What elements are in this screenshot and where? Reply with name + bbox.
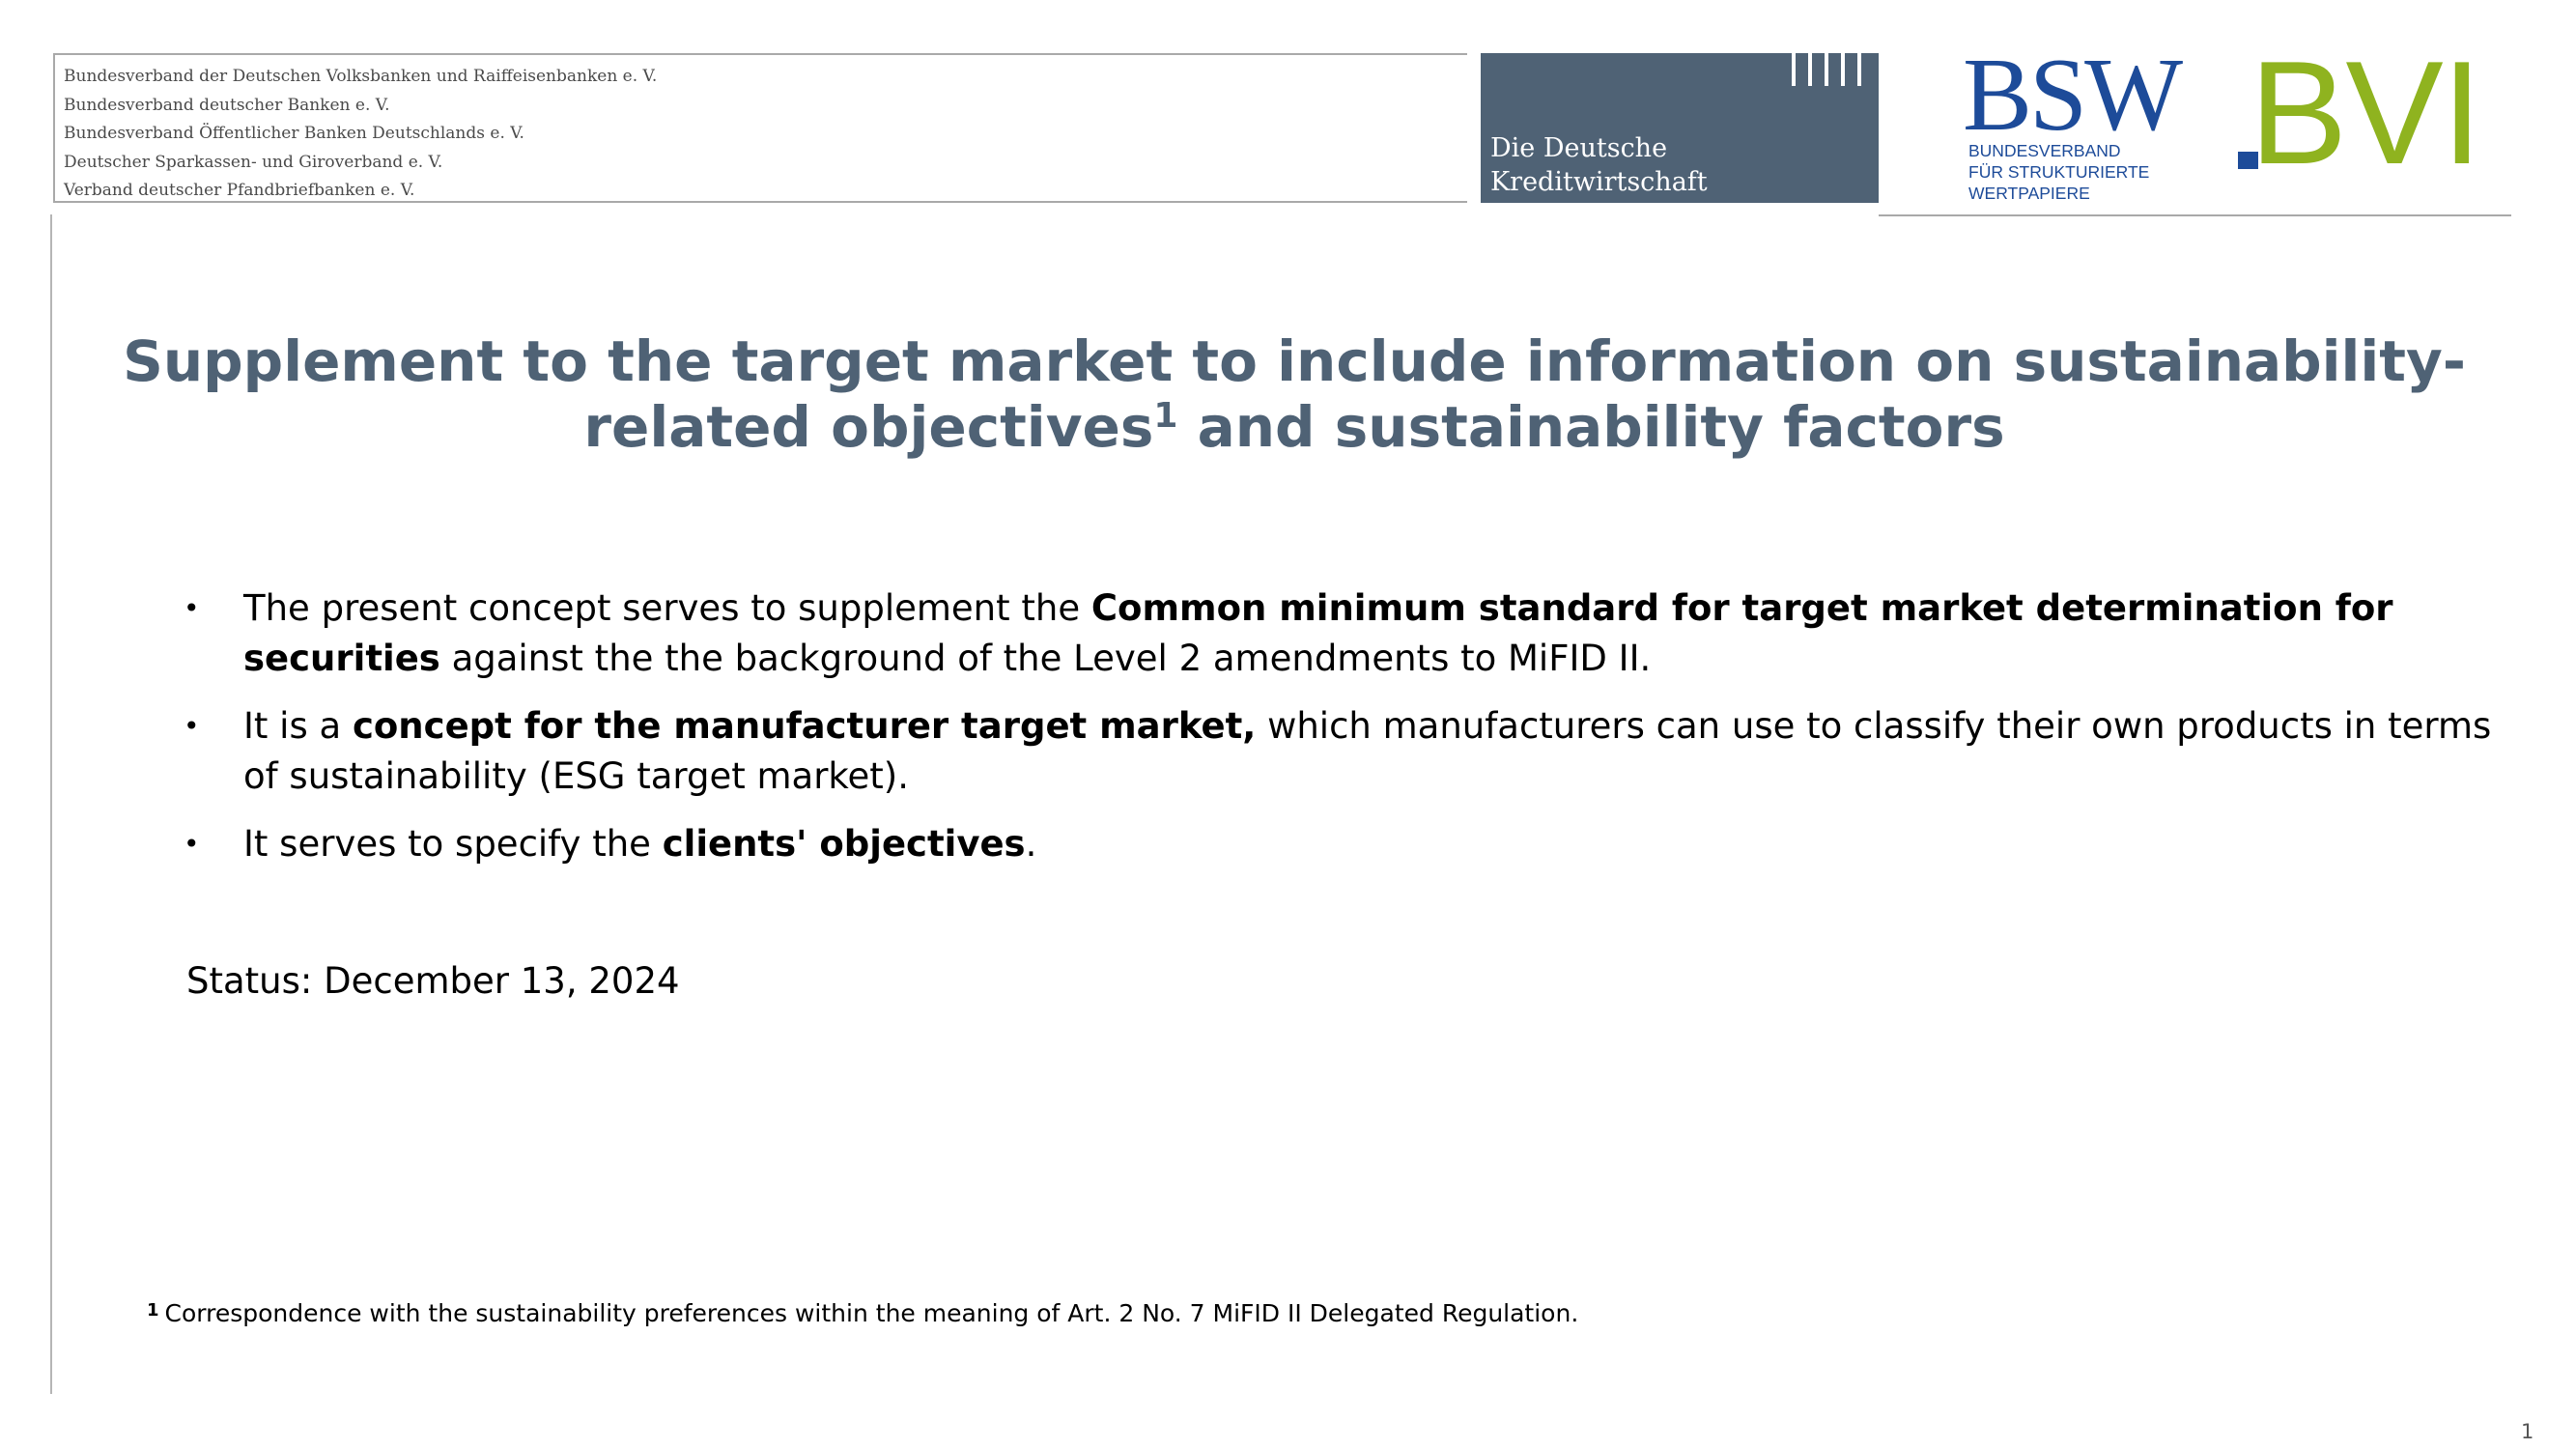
left-vertical-divider	[50, 214, 52, 1394]
bullet-list: • The present concept serves to supplemen…	[184, 583, 2502, 887]
ddk-bar	[1808, 53, 1812, 86]
bullet-text: against the the background of the Level …	[439, 638, 1652, 679]
association-item: Bundesverband der Deutschen Volksbanken …	[64, 67, 658, 86]
footnote: 1 Correspondence with the sustainability …	[147, 1294, 1578, 1330]
association-item: Bundesverband deutscher Banken e. V.	[64, 95, 390, 115]
ddk-bar	[1841, 53, 1845, 86]
bvi-wordmark: BVI	[2250, 31, 2482, 195]
ddk-bar	[1857, 53, 1861, 86]
bsw-logo: BSW BUNDESVERBAND FÜR STRUKTURIERTE WERT…	[1963, 43, 2198, 208]
status-date: Status: December 13, 2024	[186, 960, 680, 1002]
bsw-subtitle-line2: FÜR STRUKTURIERTE	[1968, 162, 2150, 182]
bullet-text: It is a	[243, 705, 353, 747]
bullet-text: It serves to specify the	[243, 823, 663, 865]
bullet-icon: •	[184, 710, 200, 742]
bsw-subtitle: BUNDESVERBAND FÜR STRUKTURIERTE WERTPAPI…	[1968, 140, 2149, 204]
ddk-logo-bars	[1792, 53, 1861, 86]
bsw-subtitle-line3: WERTPAPIERE	[1968, 184, 2090, 203]
ddk-logo-line1: Die Deutsche	[1490, 133, 1668, 163]
bullet-text: .	[1025, 823, 1037, 865]
bullet-icon: •	[184, 828, 200, 860]
association-item: Bundesverband Öffentlicher Banken Deutsc…	[64, 124, 524, 143]
associations-list: Bundesverband der Deutschen Volksbanken …	[64, 63, 657, 206]
page-title: Supplement to the target market to inclu…	[116, 328, 2473, 460]
bsw-wordmark: BSW	[1963, 38, 2183, 153]
associations-box: Bundesverband der Deutschen Volksbanken …	[53, 53, 1467, 203]
die-deutsche-kreditwirtschaft-logo: Die Deutsche Kreditwirtschaft	[1481, 53, 1879, 203]
footnote-marker: 1	[147, 1300, 159, 1321]
association-item: Verband deutscher Pfandbriefbanken e. V.	[64, 181, 415, 200]
bsw-subtitle-line1: BUNDESVERBAND	[1968, 141, 2121, 160]
ddk-bar	[1825, 53, 1828, 86]
title-footnote-marker: 1	[1153, 396, 1178, 436]
ddk-bar	[1792, 53, 1796, 86]
bullet-bold-text: concept for the manufacturer target mark…	[352, 705, 1257, 747]
bvi-logo: BVI	[2236, 40, 2511, 186]
bullet-icon: •	[184, 592, 200, 624]
bullet-item: • It is a concept for the manufacturer ta…	[184, 701, 2502, 802]
bullet-text: The present concept serves to supplement…	[243, 587, 1091, 629]
ddk-logo-text: Die Deutsche Kreditwirtschaft	[1490, 131, 1708, 199]
footnote-text: Correspondence with the sustainability p…	[164, 1299, 1579, 1327]
page-number: 1	[2521, 1420, 2534, 1443]
header-divider	[1879, 214, 2511, 216]
title-text-end: and sustainability factors	[1177, 394, 2005, 460]
association-item: Deutscher Sparkassen- und Giroverband e.…	[64, 152, 443, 172]
ddk-logo-line2: Kreditwirtschaft	[1490, 167, 1708, 197]
bullet-item: • It serves to specify the clients' objec…	[184, 819, 2502, 869]
bullet-item: • The present concept serves to supplemen…	[184, 583, 2502, 684]
bullet-bold-text: clients' objectives	[662, 823, 1026, 865]
